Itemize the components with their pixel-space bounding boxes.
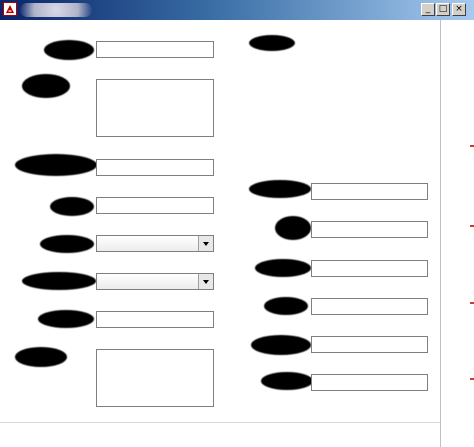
- edge-marker: [470, 302, 474, 304]
- left-dropdown-2[interactable]: [96, 273, 214, 290]
- edge-marker: [470, 145, 474, 147]
- redacted-label: [251, 335, 311, 355]
- redacted-label: [275, 216, 311, 240]
- redacted-label: [249, 180, 311, 198]
- left-dropdown-1[interactable]: [96, 235, 214, 252]
- maximize-button[interactable]: □: [436, 3, 450, 16]
- left-text-field-4[interactable]: [96, 311, 214, 328]
- left-text-area-1[interactable]: [96, 79, 214, 137]
- redacted-label: [261, 372, 313, 390]
- window-border-right: [440, 20, 441, 447]
- redacted-label: [264, 297, 308, 315]
- left-text-field-1[interactable]: [96, 41, 214, 58]
- left-text-area-2[interactable]: [96, 349, 214, 407]
- redacted-label: [15, 154, 97, 176]
- right-text-field-4[interactable]: [311, 298, 428, 315]
- edge-marker: [470, 378, 474, 380]
- right-text-field-1[interactable]: [311, 183, 428, 200]
- redacted-label: [255, 259, 311, 277]
- chevron-down-icon[interactable]: [198, 274, 213, 289]
- right-text-field-5[interactable]: [311, 336, 428, 353]
- right-text-field-6[interactable]: [311, 374, 428, 391]
- redacted-label: [40, 235, 94, 253]
- window-border-bottom: [0, 422, 440, 423]
- redacted-label: [15, 347, 67, 367]
- chevron-down-icon[interactable]: [198, 236, 213, 251]
- title-bar[interactable]: _ □ ×: [0, 0, 474, 20]
- left-text-field-3[interactable]: [96, 197, 214, 214]
- redacted-label: [22, 272, 96, 290]
- close-button[interactable]: ×: [452, 3, 466, 16]
- redacted-label: [50, 197, 94, 216]
- right-text-field-2[interactable]: [311, 221, 428, 238]
- redacted-label: [44, 40, 94, 60]
- left-text-field-2[interactable]: [96, 159, 214, 176]
- minimize-button[interactable]: _: [421, 3, 435, 16]
- redacted-label: [22, 74, 70, 98]
- app-icon: [3, 2, 17, 16]
- right-text-field-3[interactable]: [311, 260, 428, 277]
- redacted-label: [38, 310, 94, 328]
- redacted-title: [20, 3, 92, 17]
- edge-marker: [470, 225, 474, 227]
- redacted-label: [249, 35, 295, 51]
